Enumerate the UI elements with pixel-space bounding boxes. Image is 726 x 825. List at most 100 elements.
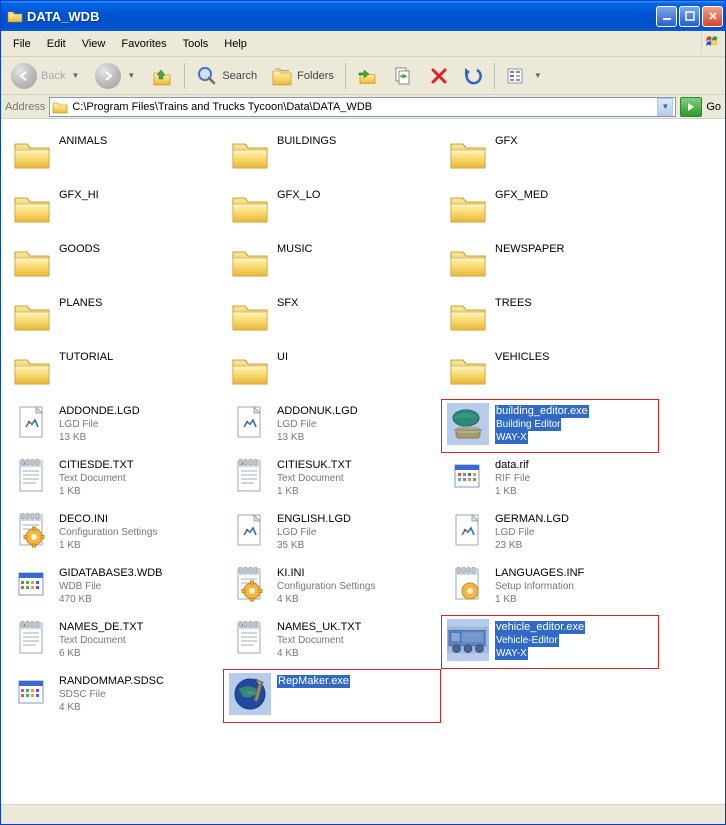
file-item[interactable]: vehicle_editor.exeVehicle-EditorWAY-X (441, 615, 659, 669)
folders-button[interactable]: Folders (265, 62, 340, 90)
item-name: GIDATABASE3.WDB (59, 567, 163, 580)
item-size: 13 KB (59, 431, 140, 444)
item-name: BUILDINGS (277, 135, 336, 148)
menu-help[interactable]: Help (216, 35, 255, 53)
folder-icon (229, 295, 271, 337)
file-item[interactable]: RepMaker.exe (223, 669, 441, 723)
minimize-button[interactable] (656, 6, 677, 27)
item-size: WAY-X (495, 431, 528, 444)
folder-item[interactable]: TUTORIAL (5, 345, 223, 399)
close-button[interactable] (702, 6, 723, 27)
folder-icon (229, 349, 271, 391)
item-size: 1 KB (59, 539, 157, 552)
item-type: LGD File (495, 526, 569, 539)
item-name: DECO.INI (59, 513, 157, 526)
copy-to-icon (393, 65, 415, 87)
copy-to-button[interactable] (387, 62, 421, 90)
menu-file[interactable]: File (5, 35, 39, 53)
folder-item[interactable]: BUILDINGS (223, 129, 441, 183)
search-icon (196, 65, 218, 87)
up-button[interactable] (145, 62, 179, 90)
folder-icon (447, 295, 489, 337)
address-bar: Address C:\Program Files\Trains and Truc… (1, 95, 725, 119)
file-item[interactable]: NAMES_UK.TXTText Document4 KB (223, 615, 441, 669)
file-item[interactable]: KI.INIConfiguration Settings4 KB (223, 561, 441, 615)
item-name: GFX_MED (495, 189, 548, 202)
item-type: LGD File (277, 526, 351, 539)
item-name: PLANES (59, 297, 102, 310)
file-item[interactable]: GERMAN.LGDLGD File23 KB (441, 507, 659, 561)
back-label: Back (41, 70, 65, 82)
file-item[interactable]: NAMES_DE.TXTText Document6 KB (5, 615, 223, 669)
menu-tools[interactable]: Tools (175, 35, 217, 53)
views-button[interactable]: ▼ (500, 63, 550, 89)
folder-item[interactable]: ANIMALS (5, 129, 223, 183)
folder-item[interactable]: PLANES (5, 291, 223, 345)
maximize-button[interactable] (679, 6, 700, 27)
search-button[interactable]: Search (190, 62, 263, 90)
item-name: data.rif (495, 459, 530, 472)
undo-button[interactable] (457, 63, 489, 89)
back-button[interactable]: Back ▼ (5, 60, 87, 92)
item-name: CITIESDE.TXT (59, 459, 134, 472)
menu-bar: File Edit View Favorites Tools Help (1, 31, 725, 57)
item-type: Configuration Settings (277, 580, 375, 593)
file-icon (11, 565, 53, 607)
item-name: ADDONDE.LGD (59, 405, 140, 418)
file-icon (229, 673, 271, 715)
item-size: WAY-X (495, 647, 528, 660)
item-name: GERMAN.LGD (495, 513, 569, 526)
folder-item[interactable]: TREES (441, 291, 659, 345)
file-icon (229, 403, 271, 445)
item-type: Text Document (277, 634, 361, 647)
folder-item[interactable]: NEWSPAPER (441, 237, 659, 291)
folder-item[interactable]: GFX (441, 129, 659, 183)
go-button[interactable] (680, 97, 702, 117)
file-item[interactable]: building_editor.exeBuilding EditorWAY-X (441, 399, 659, 453)
file-item[interactable]: GIDATABASE3.WDBWDB File470 KB (5, 561, 223, 615)
file-icon (229, 619, 271, 661)
windows-logo-icon (701, 33, 723, 53)
folder-icon (52, 99, 68, 115)
folder-item[interactable]: GFX_LO (223, 183, 441, 237)
folder-item[interactable]: GFX_MED (441, 183, 659, 237)
file-item[interactable]: CITIESDE.TXTText Document1 KB (5, 453, 223, 507)
folder-item[interactable]: SFX (223, 291, 441, 345)
file-item[interactable]: ADDONDE.LGDLGD File13 KB (5, 399, 223, 453)
address-input[interactable]: C:\Program Files\Trains and Trucks Tycoo… (49, 97, 676, 117)
forward-button[interactable]: ▼ (89, 60, 143, 92)
move-to-button[interactable] (351, 62, 385, 90)
item-name: ANIMALS (59, 135, 107, 148)
menu-favorites[interactable]: Favorites (113, 35, 174, 53)
folder-item[interactable]: VEHICLES (441, 345, 659, 399)
menu-view[interactable]: View (74, 35, 114, 53)
item-type: SDSC File (59, 688, 164, 701)
titlebar[interactable]: DATA_WDB (1, 1, 725, 31)
file-item[interactable]: DECO.INIConfiguration Settings1 KB (5, 507, 223, 561)
delete-button[interactable] (423, 63, 455, 89)
item-name: NAMES_UK.TXT (277, 621, 361, 634)
file-item[interactable]: LANGUAGES.INFSetup Information1 KB (441, 561, 659, 615)
forward-arrow-icon (95, 63, 121, 89)
folder-item[interactable]: GFX_HI (5, 183, 223, 237)
folder-icon (11, 295, 53, 337)
file-item[interactable]: CITIESUK.TXTText Document1 KB (223, 453, 441, 507)
item-type: Setup Information (495, 580, 584, 593)
item-type: Configuration Settings (59, 526, 157, 539)
file-item[interactable]: RANDOMMAP.SDSCSDSC File4 KB (5, 669, 223, 723)
menu-edit[interactable]: Edit (39, 35, 74, 53)
file-item[interactable]: ADDONUK.LGDLGD File13 KB (223, 399, 441, 453)
file-icon (447, 511, 489, 553)
file-item[interactable]: ENGLISH.LGDLGD File35 KB (223, 507, 441, 561)
item-type: RIF File (495, 472, 530, 485)
folder-item[interactable]: UI (223, 345, 441, 399)
folder-icon (447, 133, 489, 175)
go-label: Go (706, 101, 721, 113)
folder-item[interactable]: MUSIC (223, 237, 441, 291)
item-size: 470 KB (59, 593, 163, 606)
file-list[interactable]: ANIMALS BUILDINGS GFX GFX_HIGFX_LO GFX_MED GO… (1, 119, 725, 804)
address-dropdown-button[interactable]: ▼ (657, 98, 673, 116)
folder-item[interactable]: GOODS (5, 237, 223, 291)
item-name: VEHICLES (495, 351, 549, 364)
file-item[interactable]: data.rifRIF File1 KB (441, 453, 659, 507)
